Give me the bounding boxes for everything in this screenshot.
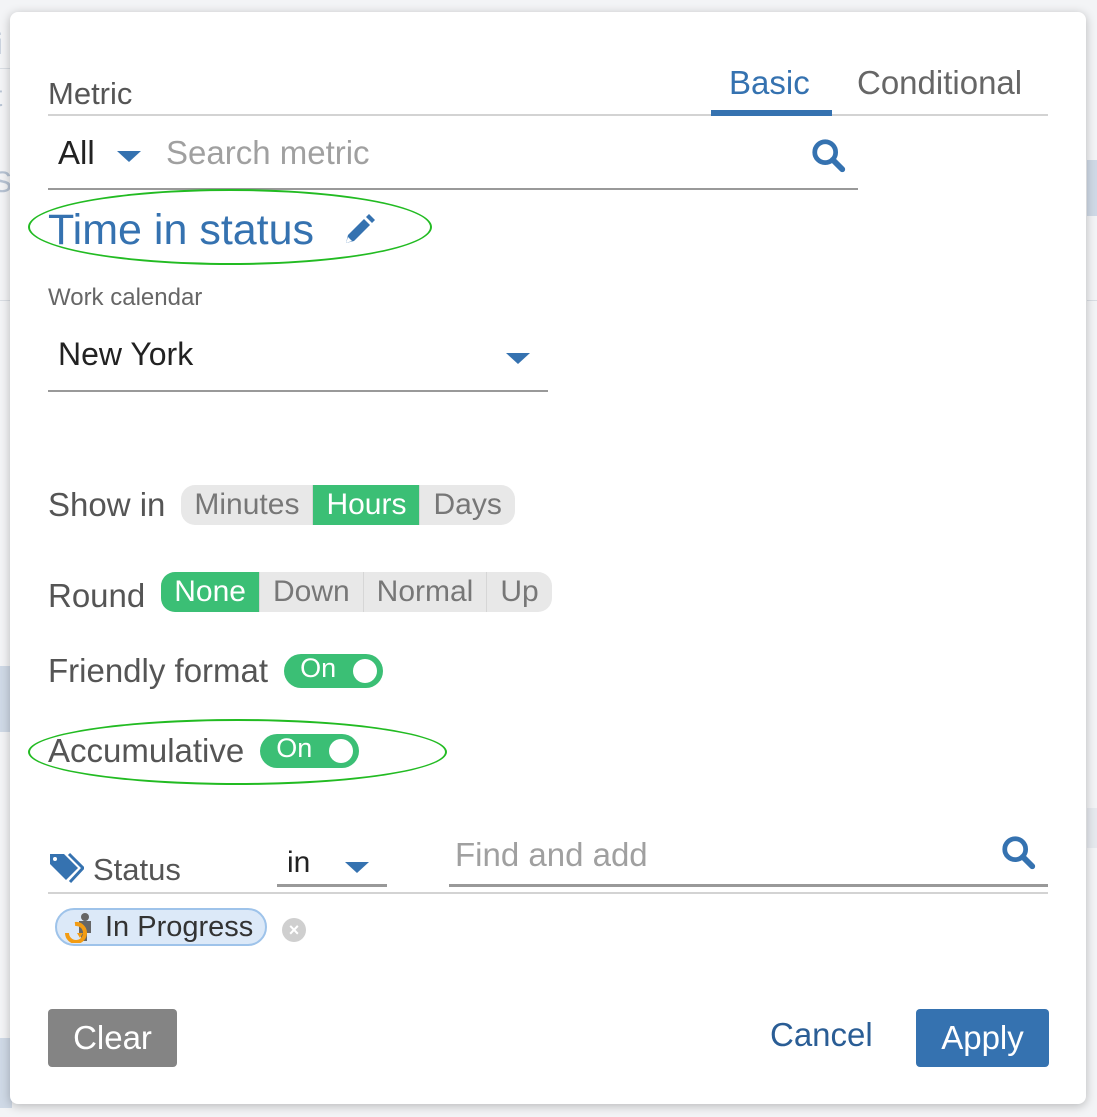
show-in-days[interactable]: Days	[419, 485, 514, 525]
tags-icon	[50, 852, 84, 884]
friendly-format-label: Friendly format	[48, 652, 269, 689]
toggle-knob	[329, 739, 354, 763]
show-in-hours[interactable]: Hours	[312, 485, 420, 525]
apply-button[interactable]: Apply	[916, 1009, 1049, 1067]
round-down[interactable]: Down	[258, 572, 363, 612]
show-in-label: Show in	[48, 486, 166, 523]
clear-button[interactable]: Clear	[48, 1009, 177, 1067]
selected-metric: Time in status	[48, 206, 376, 255]
work-calendar-value: New York	[58, 336, 194, 372]
round-up[interactable]: Up	[486, 572, 551, 612]
metric-category-value: All	[58, 134, 95, 171]
tab-basic[interactable]: Basic	[729, 64, 810, 102]
show-in-row: Show in Minutes Hours Days	[48, 485, 515, 525]
round-segmented-control: None Down Normal Up	[161, 572, 552, 612]
show-in-segmented-control: Minutes Hours Days	[181, 485, 515, 525]
background-text: t	[0, 80, 2, 114]
friendly-format-row: Friendly format On	[48, 652, 384, 690]
status-find-input[interactable]	[455, 836, 975, 874]
chevron-down-icon	[345, 862, 369, 873]
work-calendar-select[interactable]: New York	[48, 328, 548, 392]
accumulative-row: Accumulative On	[48, 732, 360, 770]
round-label: Round	[48, 577, 146, 614]
tabs-divider	[48, 114, 1048, 116]
status-operator-select[interactable]: in	[277, 842, 387, 887]
status-chip-label: In Progress	[105, 910, 254, 943]
metric-search-row: All	[48, 130, 858, 190]
background-band	[1087, 160, 1097, 216]
round-none[interactable]: None	[161, 572, 259, 612]
toggle-state-text: On	[300, 652, 337, 683]
background-band	[1087, 808, 1097, 848]
chevron-down-icon	[506, 353, 530, 364]
in-progress-status-icon	[65, 913, 91, 943]
cancel-button[interactable]: Cancel	[770, 1016, 873, 1054]
tab-conditional[interactable]: Conditional	[857, 64, 1022, 102]
pencil-icon[interactable]	[340, 213, 376, 249]
metric-search-input[interactable]	[166, 134, 786, 172]
round-row: Round None Down Normal Up	[48, 569, 552, 615]
accumulative-toggle[interactable]: On	[260, 732, 360, 768]
accumulative-label: Accumulative	[48, 732, 245, 769]
remove-chip-icon[interactable]: ×	[282, 918, 306, 942]
status-filter-row: Status in	[48, 836, 1048, 894]
active-tab-indicator	[711, 110, 832, 116]
work-calendar-label: Work calendar	[48, 284, 203, 311]
status-find-field	[449, 836, 1048, 887]
background-text: i	[0, 28, 3, 62]
round-normal[interactable]: Normal	[362, 572, 487, 612]
search-icon[interactable]	[1000, 834, 1038, 872]
friendly-format-toggle[interactable]: On	[284, 652, 384, 688]
status-operator-value: in	[287, 846, 311, 879]
search-icon[interactable]	[810, 137, 848, 175]
metric-settings-dialog: Metric Basic Conditional All Time in sta…	[10, 12, 1086, 1104]
chevron-down-icon	[116, 150, 141, 162]
status-chip: In Progress	[55, 908, 268, 946]
background-divider	[1087, 300, 1097, 301]
selected-metric-title: Time in status	[48, 206, 315, 254]
status-field-label: Status	[93, 852, 181, 887]
show-in-minutes[interactable]: Minutes	[181, 485, 312, 525]
metric-label: Metric	[48, 76, 133, 111]
toggle-state-text: On	[276, 732, 313, 763]
toggle-knob	[353, 659, 378, 683]
metric-category-select[interactable]: All	[58, 134, 141, 172]
